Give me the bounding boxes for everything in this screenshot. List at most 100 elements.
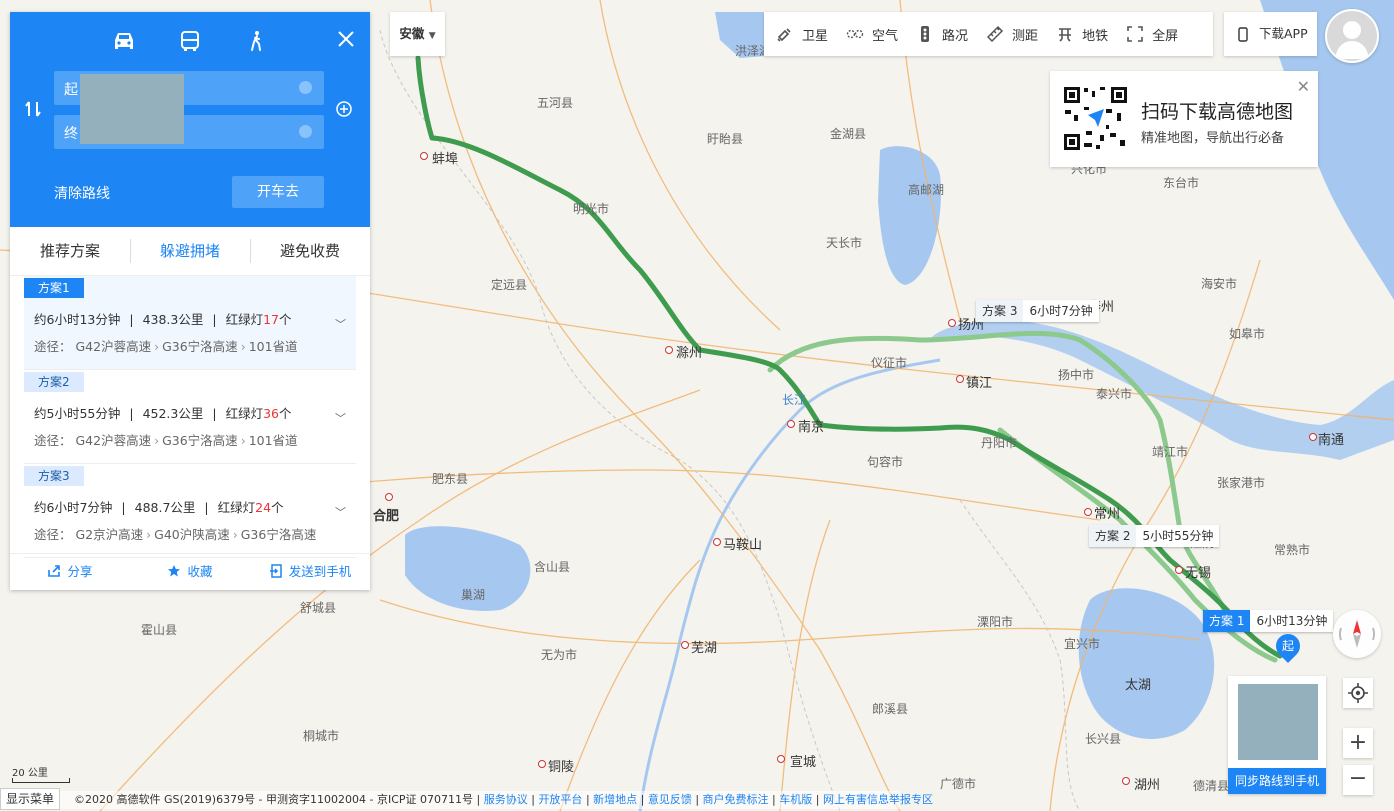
map-label: 张家港市 [1217,476,1266,490]
plan-lights: 36 [263,406,280,421]
close-icon[interactable]: ✕ [1297,77,1310,96]
walk-icon[interactable] [244,30,270,52]
via-road: G36宁洛高速 [162,339,238,354]
plan-via: 途径： G2京沪高速 › G40沪陕高速 › G36宁洛高速 [34,527,317,542]
star-icon [168,565,181,577]
traffic-light-icon [921,26,930,42]
clear-route-link[interactable]: 清除路线 [54,183,110,203]
chevron-down-icon[interactable]: ﹀ [335,316,346,332]
chevron-down-icon[interactable]: ﹀ [335,410,346,426]
tool-air[interactable]: 空气 [837,25,907,44]
plan-tag: 方案3 [24,466,84,486]
plan-lights: 24 [255,500,272,515]
chevron-down-icon[interactable]: ﹀ [335,504,346,520]
plan-time: 约6小时13分钟 [34,312,121,327]
route-tip-plan-3[interactable]: 方案 3 6小时7分钟 [976,300,1099,322]
plan-tag: 方案2 [24,372,84,392]
tool-fullscreen[interactable]: 全屏 [1117,25,1187,44]
map-label: 肥东县 [432,472,469,486]
via-label: 途径： [34,527,72,542]
route-tip-plan-2[interactable]: 方案 2 5小时55分钟 [1089,525,1220,547]
map-label: 德清县 [1193,779,1230,793]
city-dot [385,493,393,501]
via-road: 101省道 [248,433,298,448]
route-tip-name: 方案 3 [976,300,1024,322]
satellite-icon [777,28,791,42]
fullscreen-icon [1127,26,1143,42]
add-waypoint-icon[interactable] [336,101,352,117]
clear-start-icon[interactable] [299,81,312,94]
plan-summary: 约6小时13分钟 | 438.3公里 | 红绿灯17个 [34,312,292,327]
plan-distance: 438.3公里 [142,312,204,327]
redacted-qr [1238,684,1318,760]
province-selector[interactable]: 安徽 ▼ [390,12,445,56]
favorite-button[interactable]: 收藏 [130,554,250,590]
tool-subway[interactable]: 地铁 [1047,25,1117,44]
start-label: 起 [64,82,78,98]
via-road: G42沪蓉高速 [75,339,152,354]
scale-label: 20 公里 [12,768,48,779]
tab-avoid-congestion[interactable]: 躲避拥堵 [130,227,250,275]
tab-avoid-tolls[interactable]: 避免收费 [250,227,370,275]
plan-lights-suffix: 个 [271,500,284,515]
city-dot [1084,508,1092,516]
plan-summary: 约5小时55分钟 | 452.3公里 | 红绿灯36个 [34,406,292,421]
sync-to-phone-label[interactable]: 同步路线到手机 [1228,768,1326,794]
car-icon[interactable] [111,30,137,52]
footer-link[interactable]: 开放平台 [538,793,582,806]
via-road: G40沪陕高速 [154,527,230,542]
tool-label: 空气 [872,28,899,44]
share-button[interactable]: 分享 [10,554,130,590]
route-tip-time: 6小时7分钟 [1029,304,1093,318]
show-menu-button[interactable]: 显示菜单 [0,788,61,810]
city-dot [1175,566,1183,574]
phone-icon [1238,27,1248,42]
footer-link[interactable]: 服务协议 [484,793,528,806]
footer-link[interactable]: 新增地点 [593,793,637,806]
caret-down-icon: ▼ [428,31,436,41]
route-panel: 起 终 清除路线 开车去 推荐方案 躲避拥堵 避免收费 方案1 约6小时13分钟… [10,12,370,590]
route-tip-plan-1[interactable]: 方案 1 6小时13分钟 [1203,610,1334,632]
start-driving-button[interactable]: 开车去 [232,176,324,208]
swap-icon[interactable] [24,100,42,118]
route-plan-2[interactable]: 方案2 约5小时55分钟 | 452.3公里 | 红绿灯36个 途径： G42沪蓉高速 ›… [24,370,356,464]
map-label: 蚌埠 [432,152,459,167]
map-label: 太湖 [1125,678,1152,693]
ruler-icon [986,25,1004,43]
user-avatar[interactable] [1325,9,1379,63]
share-label: 分享 [67,564,93,579]
compass-icon [1338,620,1376,648]
download-app-button[interactable]: 下载APP [1224,12,1317,56]
tool-label: 卫星 [802,28,829,44]
city-dot [956,375,964,383]
footer-link[interactable]: 车机版 [779,793,812,806]
map-label: 无锡 [1185,566,1212,581]
tool-satellite[interactable]: 卫星 [764,25,837,44]
route-plan-1[interactable]: 方案1 约6小时13分钟 | 438.3公里 | 红绿灯17个 途径： G42沪蓉高速 ›… [24,276,356,370]
favorite-label: 收藏 [187,564,213,579]
footer-link[interactable]: 商户免费标注 [703,793,769,806]
clear-end-icon[interactable] [299,125,312,138]
footer-link[interactable]: 网上有害信息举报专区 [823,793,933,806]
air-quality-icon [846,29,864,39]
locate-button[interactable] [1343,678,1373,708]
map-label: 溧阳市 [977,615,1014,629]
send-to-phone-button[interactable]: 发送到手机 [250,554,370,590]
end-label: 终 [64,126,78,142]
tool-traffic[interactable]: 路况 [907,25,977,44]
map-label: 郎溪县 [872,702,909,716]
close-icon[interactable] [337,30,355,48]
route-plan-3[interactable]: 方案3 约6小时7分钟 | 488.7公里 | 红绿灯24个 途径： G2京沪高速 › G4… [24,464,356,558]
footer-link[interactable]: 意见反馈 [648,793,692,806]
compass-control[interactable] [1333,610,1381,658]
sync-to-phone-card[interactable]: 同步路线到手机 [1228,676,1326,794]
map-label: 霍山县 [141,623,178,637]
zoom-in-button[interactable]: + [1343,728,1373,758]
scale-bar [12,778,70,783]
tab-recommended[interactable]: 推荐方案 [10,227,130,275]
map-label: 长兴县 [1085,732,1122,746]
zoom-out-button[interactable]: − [1343,765,1373,795]
tool-measure[interactable]: 测距 [977,25,1047,44]
bus-icon[interactable] [177,30,203,52]
city-dot [1122,777,1130,785]
